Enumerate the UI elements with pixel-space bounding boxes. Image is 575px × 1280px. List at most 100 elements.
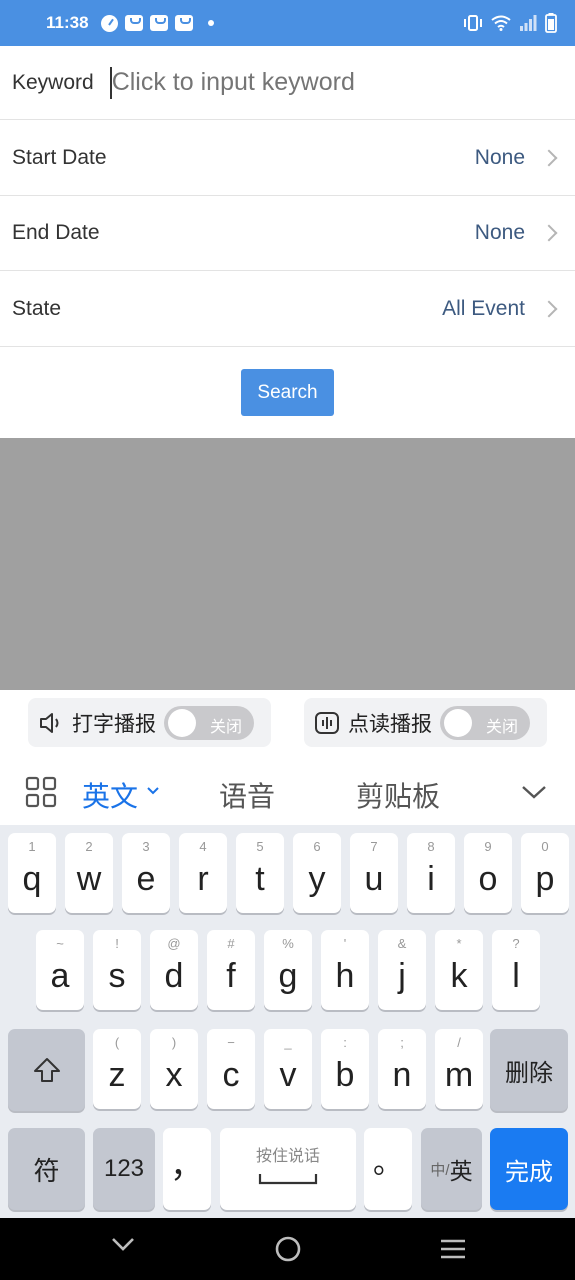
- key-u[interactable]: 7u: [350, 833, 398, 913]
- search-button[interactable]: Search: [241, 369, 334, 416]
- key-secondary-label: 7: [370, 839, 378, 854]
- key-d[interactable]: @ d: [150, 930, 198, 1010]
- toggle-off-label: 关闭: [209, 718, 242, 736]
- done-key[interactable]: 完成: [490, 1128, 568, 1210]
- space-key[interactable]: 按住说话: [220, 1128, 356, 1210]
- key-b[interactable]: :b: [321, 1029, 369, 1109]
- status-bar: 11:38: [0, 0, 575, 46]
- keyword-row[interactable]: Keyword: [0, 46, 575, 120]
- comma-key-label: ，: [170, 1146, 204, 1185]
- lang-switch-small-label: 中/: [430, 1161, 450, 1179]
- typing-broadcast-toggle[interactable]: 关闭: [164, 705, 254, 740]
- key-a[interactable]: ~ a: [36, 930, 84, 1010]
- key-s[interactable]: ! s: [93, 930, 141, 1010]
- key-secondary-label: 4: [199, 839, 207, 854]
- chevron-right-icon: [540, 300, 558, 317]
- state-row[interactable]: State All Event: [0, 271, 575, 347]
- key-primary-label: x: [165, 1055, 183, 1094]
- key-secondary-label: 9: [484, 839, 492, 854]
- tap-broadcast-toggle[interactable]: 关闭: [440, 705, 530, 740]
- key-e[interactable]: 3e: [122, 833, 170, 913]
- key-primary-label: i: [427, 859, 435, 898]
- key-q[interactable]: 1q: [8, 833, 56, 913]
- status-time: 11:38: [46, 13, 89, 32]
- shopping-bag-icon: [149, 15, 168, 31]
- shift-key[interactable]: [8, 1029, 85, 1111]
- key-i[interactable]: 8i: [407, 833, 455, 913]
- key-n[interactable]: ; n: [378, 1029, 426, 1109]
- end-date-row[interactable]: End Date None: [0, 196, 575, 271]
- key-m[interactable]: / m: [435, 1029, 483, 1109]
- key-secondary-label: 1: [28, 839, 36, 854]
- key-k[interactable]: * k: [435, 930, 483, 1010]
- typing-broadcast-pill: 打字播报 关闭: [28, 698, 271, 747]
- key-primary-label: o: [478, 859, 498, 898]
- key-x[interactable]: ) x: [150, 1029, 198, 1109]
- tap-broadcast-pill: 点读播报 关闭: [304, 698, 547, 747]
- key-primary-label: r: [197, 859, 209, 898]
- key-primary-label: m: [444, 1055, 474, 1094]
- state-value: All Event: [442, 296, 525, 320]
- chevron-right-icon: [540, 149, 558, 166]
- keyword-label: Keyword: [12, 70, 94, 94]
- recent-apps-menu-icon[interactable]: [439, 1238, 467, 1260]
- key-t[interactable]: 5t: [236, 833, 284, 913]
- key-primary-label: c: [222, 1055, 240, 1094]
- key-secondary-label: ;: [400, 1035, 404, 1050]
- key-secondary-label: 0: [541, 839, 549, 854]
- key-primary-label: h: [335, 956, 355, 995]
- key-f[interactable]: # f: [207, 930, 255, 1010]
- period-key-label: 。: [373, 1147, 403, 1180]
- key-secondary-label: (: [114, 1035, 120, 1050]
- symbol-key[interactable]: 符: [8, 1128, 85, 1210]
- key-primary-label: q: [22, 859, 42, 898]
- key-p[interactable]: 0p: [521, 833, 569, 913]
- key-secondary-label: ': [343, 936, 347, 951]
- key-primary-label: w: [76, 859, 102, 898]
- lang-switch-big-label: 英: [449, 1158, 473, 1184]
- tab-voice[interactable]: 语音: [219, 775, 275, 815]
- key-o[interactable]: 9o: [464, 833, 512, 913]
- key-secondary-label: 5: [256, 839, 264, 854]
- battery-icon: [545, 13, 557, 33]
- key-w[interactable]: 2w: [65, 833, 113, 913]
- signal-icon: [520, 15, 537, 31]
- key-secondary-label: 6: [313, 839, 321, 854]
- key-secondary-label: @: [167, 936, 181, 951]
- key-c[interactable]: − c: [207, 1029, 255, 1109]
- key-secondary-label: /: [457, 1035, 461, 1050]
- symbol-key-label: 符: [33, 1155, 60, 1186]
- key-h[interactable]: ' h: [321, 930, 369, 1010]
- spacebar-icon: [258, 1174, 318, 1185]
- start-date-label: Start Date: [12, 145, 107, 169]
- period-key[interactable]: 。: [364, 1128, 412, 1210]
- key-y[interactable]: 6y: [293, 833, 341, 913]
- key-z[interactable]: (z: [93, 1029, 141, 1109]
- key-primary-label: s: [108, 956, 126, 995]
- key-primary-label: d: [164, 956, 184, 995]
- collapse-keyboard-chevron-icon[interactable]: [520, 782, 548, 802]
- delete-key[interactable]: 删除: [490, 1029, 568, 1111]
- numbers-key[interactable]: 123: [93, 1128, 155, 1210]
- home-circle-icon[interactable]: [275, 1236, 301, 1262]
- key-l[interactable]: ? l: [492, 930, 540, 1010]
- key-r[interactable]: 4r: [179, 833, 227, 913]
- end-date-label: End Date: [12, 221, 100, 244]
- language-switch-key[interactable]: 中/英: [421, 1128, 482, 1210]
- key-secondary-label: &: [397, 936, 407, 951]
- back-chevron-icon[interactable]: [110, 1236, 136, 1254]
- key-j[interactable]: & j: [378, 930, 426, 1010]
- chevron-down-small-icon: [147, 787, 159, 795]
- comma-key[interactable]: ，: [163, 1128, 211, 1210]
- key-primary-label: k: [450, 956, 468, 995]
- tab-english[interactable]: 英文: [82, 775, 138, 815]
- typing-broadcast-label: 打字播报: [72, 712, 156, 736]
- shopping-bag-icon: [174, 15, 193, 31]
- key-g[interactable]: % g: [264, 930, 312, 1010]
- start-date-row[interactable]: Start Date None: [0, 120, 575, 196]
- keyword-input[interactable]: [111, 68, 532, 97]
- key-v[interactable]: _ v: [264, 1029, 312, 1109]
- key-secondary-label: 3: [142, 839, 150, 854]
- grid-menu-icon[interactable]: [25, 776, 57, 808]
- tab-clipboard[interactable]: 剪贴板: [356, 775, 440, 815]
